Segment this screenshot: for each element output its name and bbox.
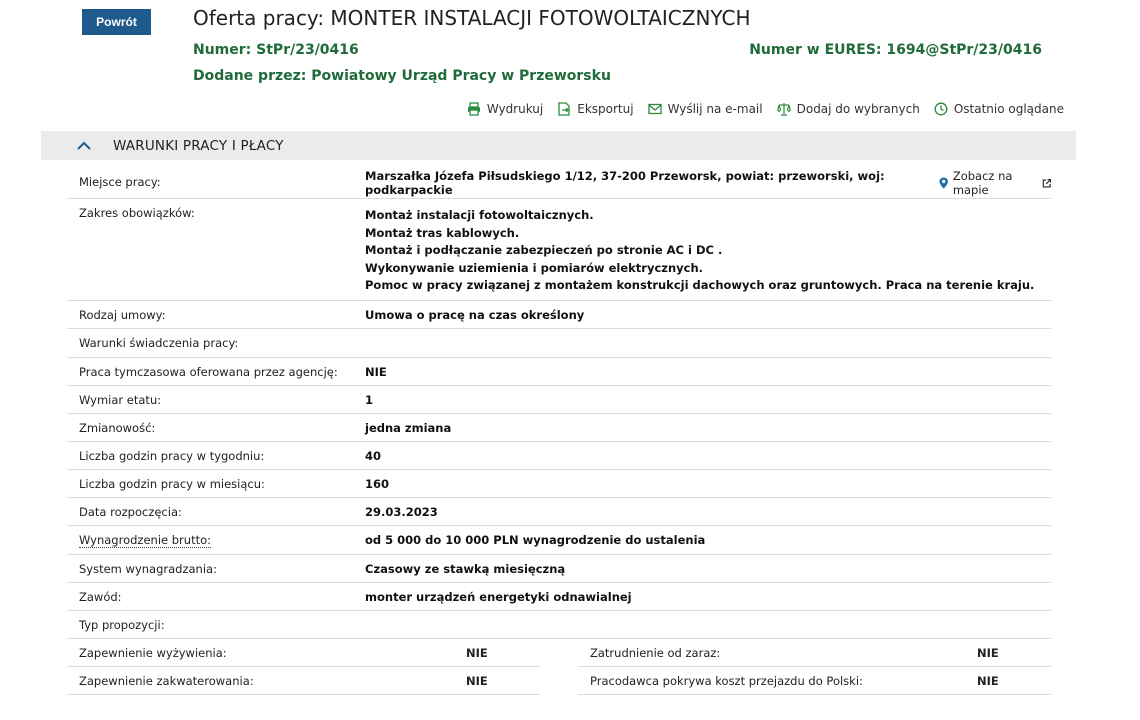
row-label: Zapewnienie zakwaterowania: [79, 673, 254, 688]
split-row-2: Zapewnienie zakwaterowania: NIE Pracodaw… [67, 667, 1051, 695]
section-header-work-conditions[interactable]: WARUNKI PRACY I PŁACY [41, 131, 1076, 160]
row-start-date: Data rozpoczęcia: 29.03.2023 [67, 498, 1051, 526]
add-favorite-action[interactable]: Dodaj do wybranych [776, 102, 920, 116]
row-fte: Wymiar etatu: 1 [67, 386, 1051, 414]
added-by-label: Dodane przez: [193, 68, 307, 84]
row-value: NIE [977, 673, 999, 688]
row-label: Zatrudnienie od zaraz: [590, 645, 721, 660]
print-label: Wydrukuj [486, 102, 544, 116]
row-label: Praca tymczasowa oferowana przez agencję… [79, 364, 338, 379]
row-value: 29.03.2023 [365, 504, 438, 519]
duty-line: Montaż instalacji fotowoltaicznych. [365, 208, 594, 222]
row-salary: Wynagrodzenie brutto: od 5 000 do 10 000… [67, 526, 1051, 555]
recent-label: Ostatnio oglądane [953, 102, 1064, 116]
row-value: Czasowy ze stawką miesięczną [365, 561, 566, 576]
duty-line: Montaż i podłączanie zabezpieczeń po str… [365, 243, 723, 257]
row-label: Data rozpoczęcia: [79, 504, 182, 519]
chevron-up-icon [77, 139, 91, 153]
row-value: jedna zmiana [365, 420, 452, 435]
row-value: NIE [977, 645, 999, 660]
row-value: Umowa o pracę na czas określony [365, 307, 585, 322]
row-conditions: Warunki świadczenia pracy: [67, 329, 1051, 358]
email-label: Wyślij na e-mail [667, 102, 763, 116]
split-row-1: Zapewnienie wyżywienia: NIE Zatrudnienie… [67, 639, 1051, 667]
row-value: Montaż instalacji fotowoltaicznych. Mont… [365, 199, 1051, 300]
location-address: Marszałka Józefa Piłsudskiego 1/12, 37-2… [365, 169, 885, 197]
offer-number-value: StPr/23/0416 [256, 42, 359, 58]
row-hours-month: Liczba godzin pracy w miesiącu: 160 [67, 470, 1051, 498]
row-location: Miejsce pracy: Marszałka Józefa Piłsudsk… [67, 166, 1051, 199]
row-label: Miejsce pracy: [79, 175, 161, 189]
row-label: Pracodawca pokrywa koszt przejazdu do Po… [590, 673, 863, 688]
row-value: NIE [365, 364, 387, 379]
row-duties: Zakres obowiązków: Montaż instalacji fot… [67, 199, 1051, 301]
row-label: Rodzaj umowy: [79, 307, 166, 322]
email-action[interactable]: Wyślij na e-mail [647, 102, 763, 116]
row-meals: Zapewnienie wyżywienia: NIE [67, 639, 540, 667]
row-proposal-type: Typ propozycji: [67, 611, 1051, 639]
eures-number: Numer w EURES: 1694@StPr/23/0416 [749, 42, 1042, 58]
row-label: Zawód: [79, 589, 122, 604]
row-value: 160 [365, 476, 390, 491]
clock-icon [934, 102, 948, 116]
export-label: Eksportuj [577, 102, 634, 116]
offer-number-label: Numer: [193, 42, 252, 58]
row-label: System wynagradzania: [79, 561, 217, 576]
row-value: od 5 000 do 10 000 PLN wynagrodzenie do … [365, 533, 706, 547]
row-label: Wymiar etatu: [79, 392, 162, 407]
row-contract: Rodzaj umowy: Umowa o pracę na czas okre… [67, 301, 1051, 329]
export-icon [558, 102, 570, 116]
back-button[interactable]: Powrót [82, 9, 151, 35]
row-shifts: Zmianowość: jedna zmiana [67, 414, 1051, 442]
added-by: Dodane przez: Powiatowy Urząd Pracy w Pr… [193, 68, 611, 84]
duty-line: Wykonywanie uziemienia i pomiarów elektr… [365, 260, 704, 275]
row-travel: Pracodawca pokrywa koszt przejazdu do Po… [578, 667, 1051, 695]
row-label: Warunki świadczenia pracy: [79, 336, 239, 350]
page-title: Oferta pracy: MONTER INSTALACJI FOTOWOLT… [193, 6, 751, 30]
row-temp-agency: Praca tymczasowa oferowana przez agencję… [67, 358, 1051, 386]
row-label: Typ propozycji: [79, 617, 165, 632]
print-action[interactable]: Wydrukuj [467, 102, 543, 116]
section-title: WARUNKI PRACY I PŁACY [113, 137, 284, 154]
export-action[interactable]: Eksportuj [557, 102, 634, 116]
map-link[interactable]: Zobacz na mapie [939, 169, 1051, 197]
scales-icon [776, 103, 791, 116]
duty-line: Pomoc w pracy związanej z montażem konst… [365, 278, 1035, 292]
add-favorite-label: Dodaj do wybranych [796, 102, 920, 116]
row-housing: Zapewnienie zakwaterowania: NIE [67, 667, 540, 695]
row-value: monter urządzeń energetyki odnawialnej [365, 589, 632, 604]
printer-icon [467, 102, 480, 116]
details-table: Miejsce pracy: Marszałka Józefa Piłsudsk… [67, 166, 1051, 695]
row-label: Liczba godzin pracy w tygodniu: [79, 448, 265, 463]
row-pay-system: System wynagradzania: Czasowy ze stawką … [67, 555, 1051, 583]
added-by-value: Powiatowy Urząd Pracy w Przeworsku [311, 68, 611, 84]
row-immediate: Zatrudnienie od zaraz: NIE [578, 639, 1051, 667]
row-hours-week: Liczba godzin pracy w tygodniu: 40 [67, 442, 1051, 470]
row-label: Liczba godzin pracy w miesiącu: [79, 476, 265, 491]
offer-number: Numer: StPr/23/0416 [193, 42, 359, 58]
row-label: Wynagrodzenie brutto: [67, 533, 365, 548]
row-label: Zmianowość: [79, 420, 156, 435]
row-value: Marszałka Józefa Piłsudskiego 1/12, 37-2… [365, 167, 1051, 197]
row-value: NIE [466, 673, 488, 688]
eures-number-value: 1694@StPr/23/0416 [886, 42, 1042, 58]
row-label: Zapewnienie wyżywienia: [79, 645, 227, 660]
row-value: 1 [365, 392, 374, 407]
eures-number-label: Numer w EURES: [749, 42, 882, 58]
salary-tooltip-label[interactable]: Wynagrodzenie brutto: [79, 533, 211, 548]
recent-action[interactable]: Ostatnio oglądane [934, 102, 1064, 116]
duty-line: Montaż tras kablowych. [365, 225, 520, 240]
row-label: Zakres obowiązków: [79, 206, 195, 220]
row-value: 40 [365, 448, 382, 463]
external-link-icon [1042, 178, 1051, 187]
map-link-label: Zobacz na mapie [952, 169, 1013, 197]
action-toolbar: Wydrukuj Eksportuj Wyślij na e-mail Doda… [467, 102, 1064, 116]
row-profession: Zawód: monter urządzeń energetyki odnawi… [67, 583, 1051, 611]
map-pin-icon [939, 177, 949, 189]
row-value: NIE [466, 645, 488, 660]
envelope-icon [647, 103, 662, 115]
